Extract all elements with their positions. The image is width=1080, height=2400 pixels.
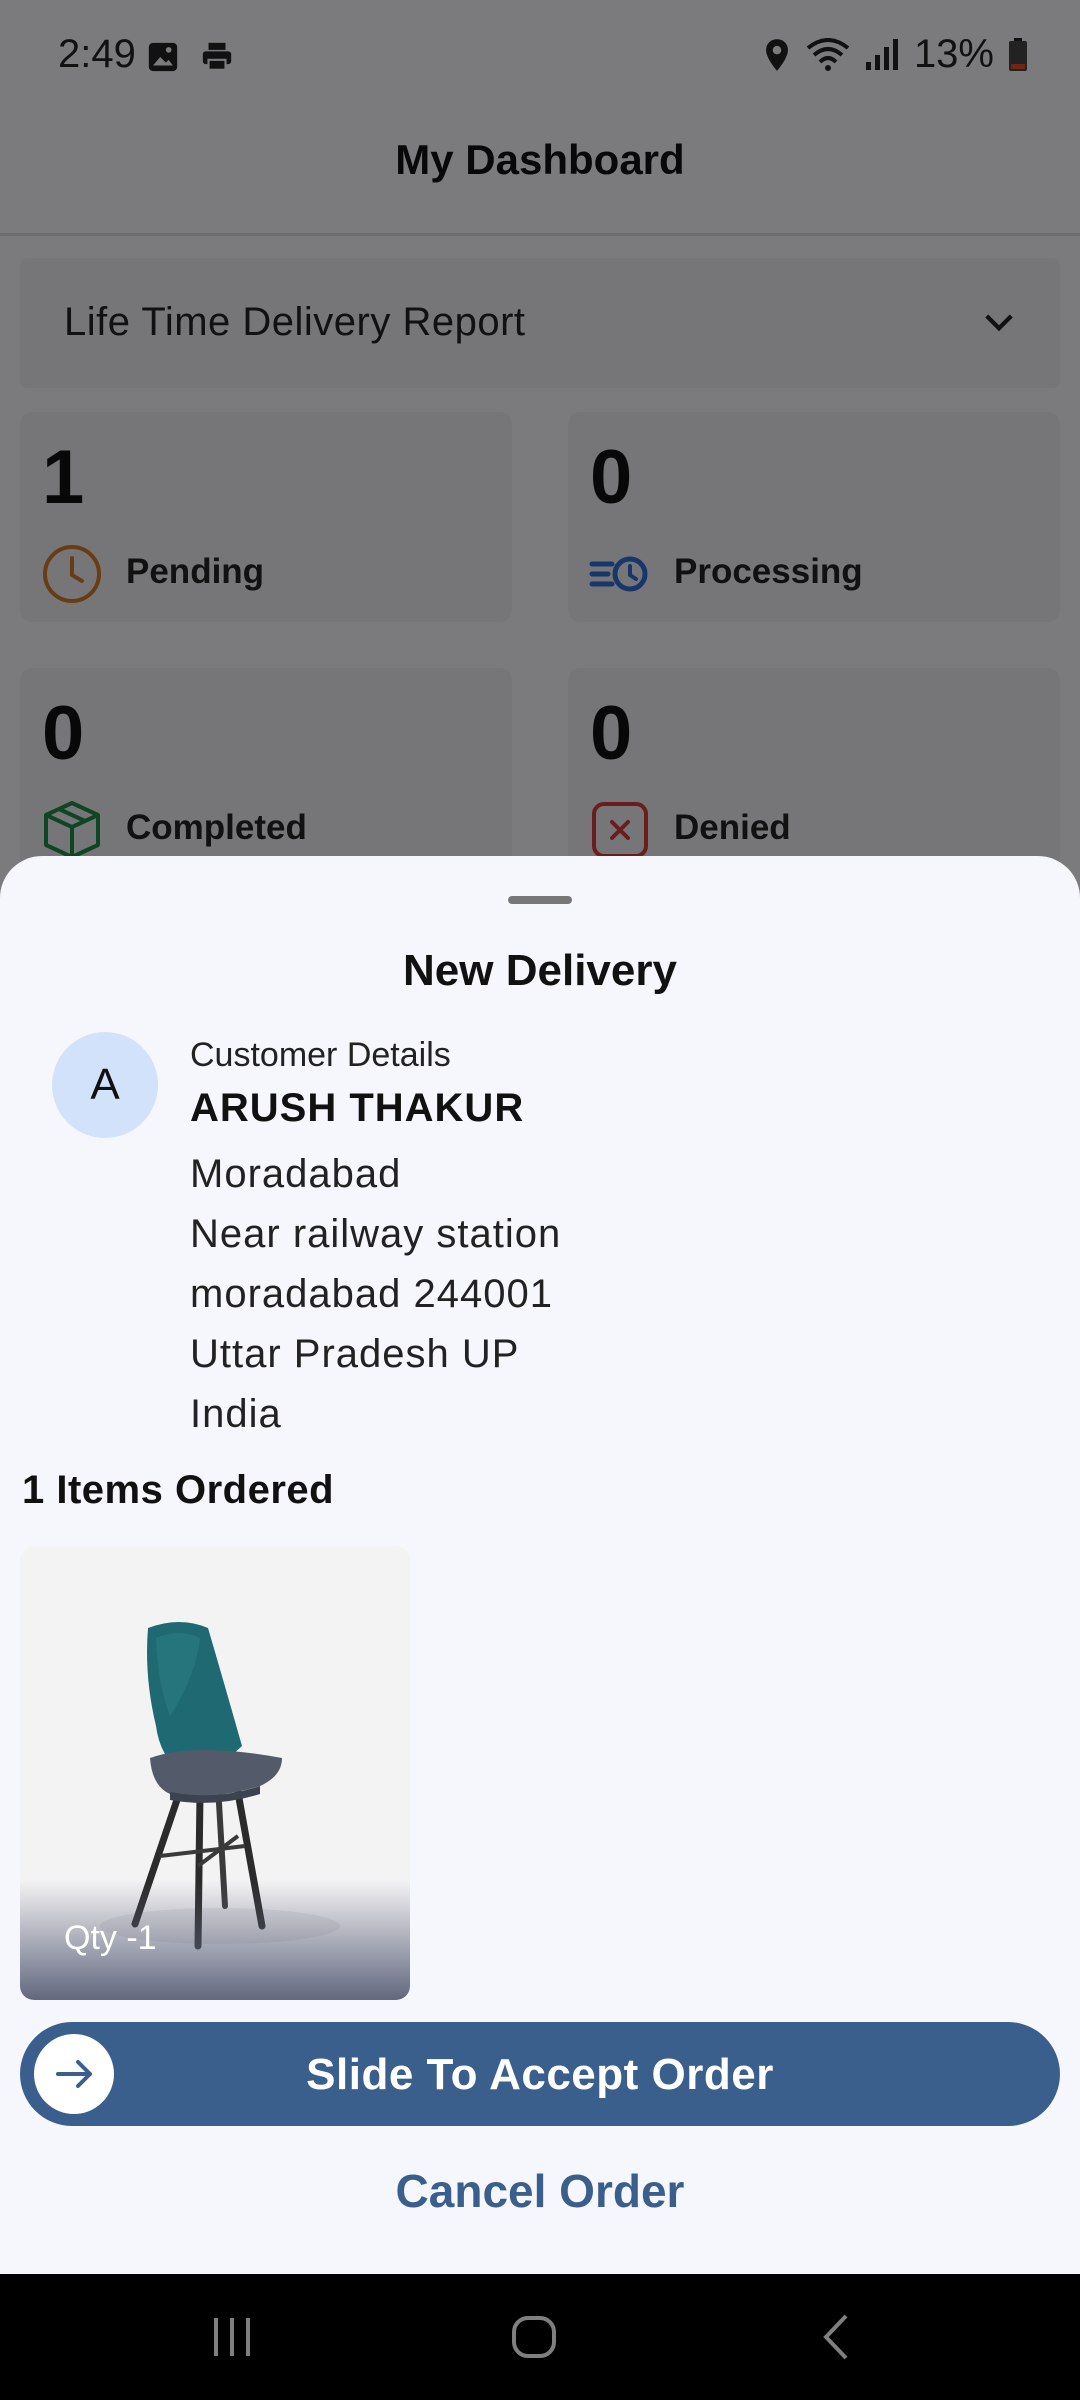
items-ordered-title: 1 Items Ordered [22,1468,335,1512]
sheet-title: New Delivery [403,946,677,995]
customer-name: ARUSH THAKUR [190,1086,525,1130]
customer-caption: Customer Details [190,1036,451,1074]
customer-details: Customer Details ARUSH THAKUR Moradabad … [190,1036,561,1444]
address-line: Near railway station [190,1212,562,1256]
avatar: A [52,1032,158,1138]
slide-to-accept-button[interactable]: Slide To Accept Order [20,2022,1060,2126]
ordered-item-card[interactable]: Qty -1 [20,1546,410,2000]
address-line: moradabad 244001 [190,1272,553,1316]
address-line: India [190,1392,282,1436]
address-line: Moradabad [190,1152,402,1196]
new-delivery-sheet: New Delivery A Customer Details ARUSH TH… [0,856,1080,2274]
cancel-order-button[interactable]: Cancel Order [340,2156,740,2226]
drag-handle[interactable] [508,896,572,904]
slide-label: Slide To Accept Order [306,2050,774,2099]
address-line: Uttar Pradesh UP [190,1332,520,1376]
item-quantity: Qty -1 [64,1919,157,1957]
